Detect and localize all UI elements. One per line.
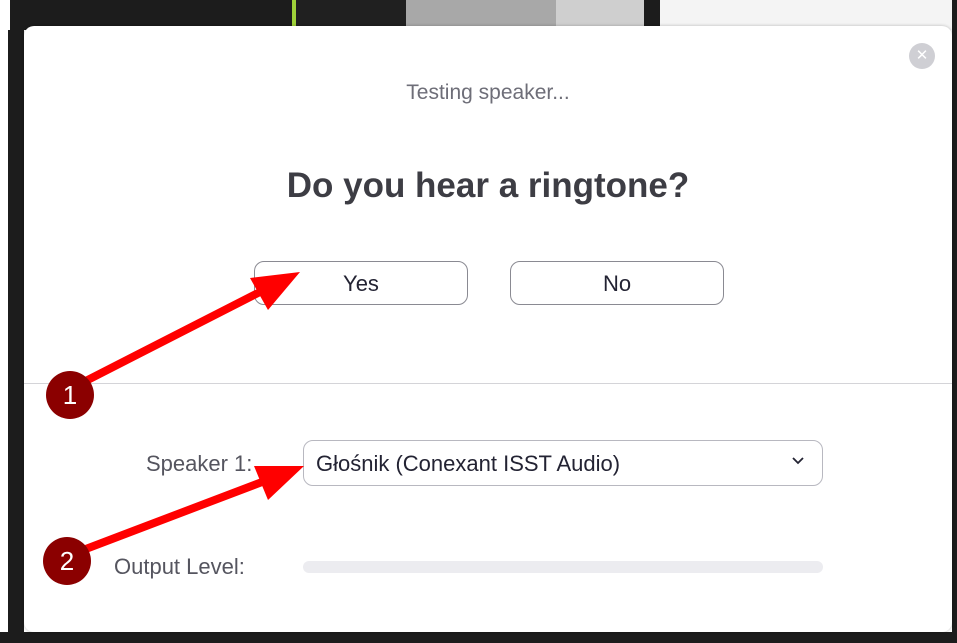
speaker-label: Speaker 1: <box>146 451 253 476</box>
speaker-select[interactable]: Głośnik (Conexant ISST Audio) <box>303 440 823 486</box>
speaker-test-dialog: ✕ Testing speaker... Do you hear a ringt… <box>24 26 952 632</box>
close-icon[interactable]: ✕ <box>909 43 935 69</box>
background-bottom <box>0 632 957 643</box>
status-text: Testing speaker... <box>406 81 570 104</box>
divider <box>24 383 952 384</box>
speaker-select-value: Głośnik (Conexant ISST Audio) <box>316 451 621 476</box>
background-right <box>952 0 957 643</box>
yes-button[interactable]: Yes <box>254 261 468 305</box>
background-left <box>0 30 24 643</box>
output-level-label: Output Level: <box>114 554 245 579</box>
question-heading: Do you hear a ringtone? <box>286 166 690 205</box>
no-button[interactable]: No <box>510 261 724 305</box>
output-level-bar <box>303 561 823 573</box>
chevron-down-icon <box>792 457 804 465</box>
